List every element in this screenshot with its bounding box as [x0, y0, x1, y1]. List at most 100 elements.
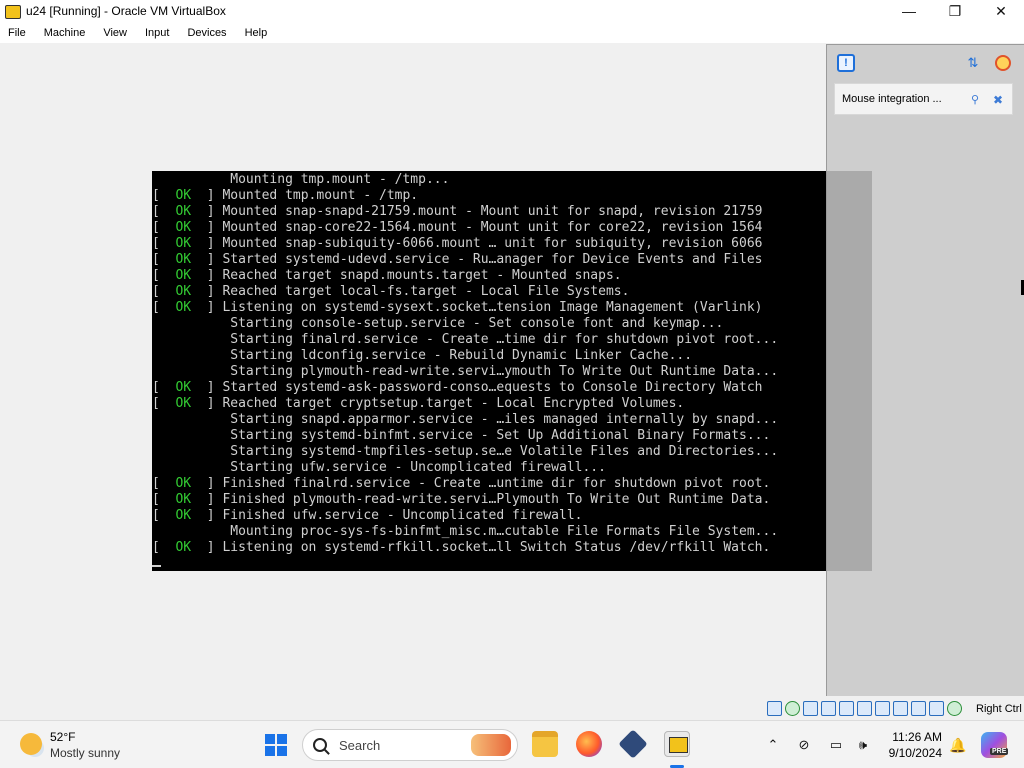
chevron-up-icon[interactable]: ⌃: [765, 737, 781, 753]
console-line: [ OK ] Finished finalrd.service - Create…: [152, 476, 872, 492]
console-text: Starting plymouth-read-write.servi…ymout…: [230, 364, 779, 379]
console-line: [ OK ] Started systemd-ask-password-cons…: [152, 380, 872, 396]
console-status: [ OK ]: [152, 268, 223, 283]
console-status: [152, 316, 230, 331]
console-line: Starting ldconfig.service - Rebuild Dyna…: [152, 348, 872, 364]
running-vm-icon[interactable]: [664, 731, 690, 757]
taskbar-search[interactable]: Search: [302, 729, 518, 761]
console-text: Started systemd-udevd.service - Ru…anage…: [222, 252, 763, 267]
ok-status: OK: [175, 188, 192, 203]
console-line: [ OK ] Mounted snap-subiquity-6066.mount…: [152, 236, 872, 252]
clock-date[interactable]: 9/10/2024: [884, 746, 942, 760]
console-cursor: [152, 565, 161, 567]
dismiss-all-icon[interactable]: [995, 55, 1011, 71]
menu-file[interactable]: File: [3, 27, 31, 39]
clock-time[interactable]: 11:26 AM: [890, 730, 942, 744]
cpu-icon[interactable]: [911, 701, 926, 716]
ok-status: OK: [175, 396, 192, 411]
volume-icon[interactable]: 🕪: [855, 737, 871, 753]
console-line: Starting snapd.apparmor.service - …iles …: [152, 412, 872, 428]
search-icon: [313, 738, 327, 752]
mouse-integration-notification[interactable]: Mouse integration ... ⚲ ✖: [834, 83, 1013, 115]
console-line: [ OK ] Finished ufw.service - Uncomplica…: [152, 508, 872, 524]
console-line: [ OK ] Listening on systemd-sysext.socke…: [152, 300, 872, 316]
menu-machine[interactable]: Machine: [39, 27, 91, 39]
console-text: Starting ufw.service - Uncomplicated fir…: [230, 460, 606, 475]
host-key-label: Right Ctrl: [976, 703, 1022, 715]
message-info-icon: !: [837, 54, 855, 72]
weather-temperature[interactable]: 52°F: [50, 730, 75, 744]
console-status: [ OK ]: [152, 396, 223, 411]
optical-drive-icon[interactable]: [785, 701, 800, 716]
console-status: [ OK ]: [152, 380, 223, 395]
console-text: Mounted snap-core22-1564.mount - Mount u…: [222, 220, 763, 235]
display-tray-icon[interactable]: ▭: [828, 737, 844, 753]
ok-status: OK: [175, 284, 192, 299]
close-icon[interactable]: ✖: [991, 93, 1005, 107]
console-line: [ OK ] Finished plymouth-read-write.serv…: [152, 492, 872, 508]
console-text: Mounting proc-sys-fs-binfmt_misc.m…cutab…: [230, 524, 779, 539]
vm-console[interactable]: Mounting tmp.mount - /tmp...[ OK ] Mount…: [152, 171, 872, 571]
weather-sun-icon[interactable]: [20, 733, 42, 755]
panel-toolbar: ! ⇅: [827, 45, 1024, 79]
menu-devices[interactable]: Devices: [182, 27, 231, 39]
console-status: [ OK ]: [152, 284, 223, 299]
console-text: Starting snapd.apparmor.service - …iles …: [230, 412, 779, 427]
weather-description[interactable]: Mostly sunny: [50, 746, 120, 760]
recording-icon[interactable]: [893, 701, 908, 716]
menu-view[interactable]: View: [98, 27, 132, 39]
pin-icon[interactable]: ⚲: [968, 93, 982, 107]
audio-icon[interactable]: [803, 701, 818, 716]
console-status: [ OK ]: [152, 220, 223, 235]
console-line: [ OK ] Mounted tmp.mount - /tmp.: [152, 188, 872, 204]
console-line: [ OK ] Reached target cryptsetup.target …: [152, 396, 872, 412]
windows-logo-icon: [265, 734, 275, 744]
console-text: Listening on systemd-rfkill.socket…ll Sw…: [222, 540, 771, 555]
console-text: Listening on systemd-sysext.socket…tensi…: [222, 300, 763, 315]
copilot-preview-badge: PRE: [990, 748, 1009, 755]
hard-disk-icon[interactable]: [767, 701, 782, 716]
shared-folders-icon[interactable]: [857, 701, 872, 716]
console-status: [152, 332, 230, 347]
console-text: Mounted snap-snapd-21759.mount - Mount u…: [222, 204, 763, 219]
ok-status: OK: [175, 492, 192, 507]
console-line: [ OK ] Mounted snap-core22-1564.mount - …: [152, 220, 872, 236]
maximize-button[interactable]: ❐: [932, 0, 978, 22]
notification-bell-icon[interactable]: 🔔: [949, 737, 966, 753]
collapse-panel-icon[interactable]: ⇅: [965, 55, 981, 71]
mouse-integration-icon[interactable]: [929, 701, 944, 716]
title-bar: u24 [Running] - Oracle VM VirtualBox — ❐…: [0, 0, 1024, 22]
menu-bar: File Machine View Input Devices Help: [0, 22, 1024, 43]
console-text: Mounted snap-subiquity-6066.mount … unit…: [222, 236, 763, 251]
network-offline-icon[interactable]: ⊘: [796, 737, 812, 753]
console-line: Starting systemd-tmpfiles-setup.se…e Vol…: [152, 444, 872, 460]
network-icon[interactable]: [821, 701, 836, 716]
menu-input[interactable]: Input: [140, 27, 174, 39]
usb-icon[interactable]: [839, 701, 854, 716]
display-icon[interactable]: [875, 701, 890, 716]
console-status: [ OK ]: [152, 300, 223, 315]
file-explorer-icon[interactable]: [532, 731, 558, 757]
ok-status: OK: [175, 380, 192, 395]
console-line: Mounting proc-sys-fs-binfmt_misc.m…cutab…: [152, 524, 872, 540]
console-status: [ OK ]: [152, 188, 223, 203]
virtualbox-manager-icon[interactable]: [618, 729, 648, 759]
console-line: [ OK ] Reached target local-fs.target - …: [152, 284, 872, 300]
console-line: Starting systemd-binfmt.service - Set Up…: [152, 428, 872, 444]
menu-help[interactable]: Help: [240, 27, 273, 39]
ok-status: OK: [175, 236, 192, 251]
firefox-icon[interactable]: [576, 731, 602, 757]
console-text: Reached target snapd.mounts.target - Mou…: [222, 268, 622, 283]
console-status: [152, 172, 230, 187]
host-key-icon[interactable]: [947, 701, 962, 716]
console-status: [ OK ]: [152, 492, 223, 507]
console-text: Reached target cryptsetup.target - Local…: [222, 396, 685, 411]
start-button[interactable]: [265, 734, 287, 756]
console-line: Starting ufw.service - Uncomplicated fir…: [152, 460, 872, 476]
console-text: Finished finalrd.service - Create …untim…: [222, 476, 771, 491]
search-highlight-icon: [471, 734, 511, 756]
console-status: [152, 348, 230, 363]
console-text: Mounted tmp.mount - /tmp.: [222, 188, 419, 203]
close-button[interactable]: ✕: [978, 0, 1024, 22]
minimize-button[interactable]: —: [886, 0, 932, 22]
